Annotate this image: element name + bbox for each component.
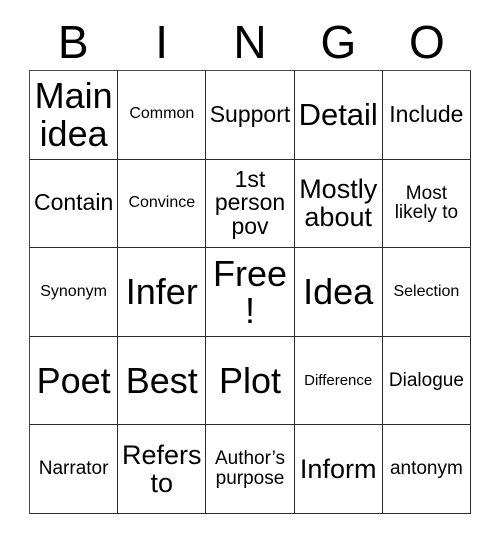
- bingo-cell[interactable]: Main idea: [30, 71, 119, 160]
- bingo-cell[interactable]: Best: [118, 336, 207, 426]
- bingo-cell[interactable]: Poet: [30, 336, 119, 426]
- bingo-cell-free-space[interactable]: Free!: [206, 248, 295, 337]
- bingo-cell-label: Synonym: [40, 282, 107, 300]
- bingo-cell[interactable]: Contain: [30, 159, 119, 249]
- bingo-cell-label: Contain: [33, 189, 114, 216]
- bingo-cell-label: Most likely to: [394, 182, 459, 224]
- bingo-cell[interactable]: Author’s purpose: [206, 425, 295, 514]
- bingo-cell[interactable]: Include: [382, 71, 471, 160]
- bingo-cell[interactable]: 1st person pov: [206, 159, 295, 249]
- bingo-cell-label: Dialogue: [388, 369, 464, 391]
- bingo-cell[interactable]: Dialogue: [382, 336, 471, 426]
- bingo-grid: Main idea Common Support Detail Include Conta…: [29, 70, 471, 514]
- bingo-cell[interactable]: Most likely to: [382, 159, 471, 249]
- bingo-cell-label: 1st person pov: [214, 165, 286, 240]
- bingo-cell-label: Common: [129, 105, 195, 123]
- bingo-cell[interactable]: Inform: [294, 425, 383, 514]
- bingo-cell[interactable]: Narrator: [30, 425, 119, 514]
- bingo-cell[interactable]: Selection: [382, 248, 471, 337]
- bingo-cell-label: Selection: [393, 282, 460, 300]
- bingo-cell-label: Support: [209, 100, 291, 127]
- bingo-cell[interactable]: Infer: [118, 248, 207, 337]
- bingo-cell-label: Poet: [36, 359, 111, 401]
- bingo-cell[interactable]: Support: [206, 71, 295, 160]
- header-letter-g: G: [320, 16, 357, 68]
- bingo-cell-label: Free!: [212, 252, 287, 331]
- bingo-cell[interactable]: Mostly about: [294, 159, 383, 249]
- bingo-cell-label: Refers to: [122, 440, 202, 499]
- header-letter-i: I: [155, 16, 168, 68]
- bingo-cell-label: Narrator: [38, 458, 109, 480]
- bingo-cell[interactable]: Synonym: [30, 248, 119, 337]
- bingo-cell-label: Infer: [125, 271, 198, 313]
- bingo-card: B I N G O Main idea Common Support Detail In…: [0, 0, 500, 544]
- bingo-cell-label: Mostly about: [299, 174, 378, 233]
- bingo-cell-label: Convince: [128, 194, 196, 212]
- bingo-cell[interactable]: Convince: [118, 159, 207, 249]
- header-letter-o: O: [408, 16, 445, 68]
- bingo-header: B I N G O: [29, 14, 471, 70]
- bingo-cell[interactable]: Detail: [294, 71, 383, 160]
- bingo-cell[interactable]: Idea: [294, 248, 383, 337]
- header-letter-n: N: [233, 16, 267, 68]
- bingo-cell-label: Include: [389, 100, 464, 127]
- bingo-cell[interactable]: Refers to: [118, 425, 207, 514]
- bingo-cell[interactable]: Plot: [206, 336, 295, 426]
- bingo-cell-label: Idea: [303, 271, 374, 313]
- bingo-cell-label: Author’s purpose: [214, 448, 286, 490]
- bingo-cell-label: antonym: [389, 458, 463, 480]
- bingo-cell-label: Best: [125, 359, 198, 401]
- bingo-cell-label: Detail: [298, 96, 378, 132]
- bingo-cell-label: Plot: [218, 359, 282, 401]
- header-letter-b: B: [57, 16, 89, 68]
- bingo-cell[interactable]: Common: [118, 71, 207, 160]
- bingo-cell[interactable]: antonym: [382, 425, 471, 514]
- bingo-cell-label: Difference: [304, 371, 373, 389]
- bingo-cell-label: Main idea: [34, 75, 113, 154]
- bingo-cell[interactable]: Difference: [294, 336, 383, 426]
- bingo-cell-label: Inform: [299, 454, 377, 485]
